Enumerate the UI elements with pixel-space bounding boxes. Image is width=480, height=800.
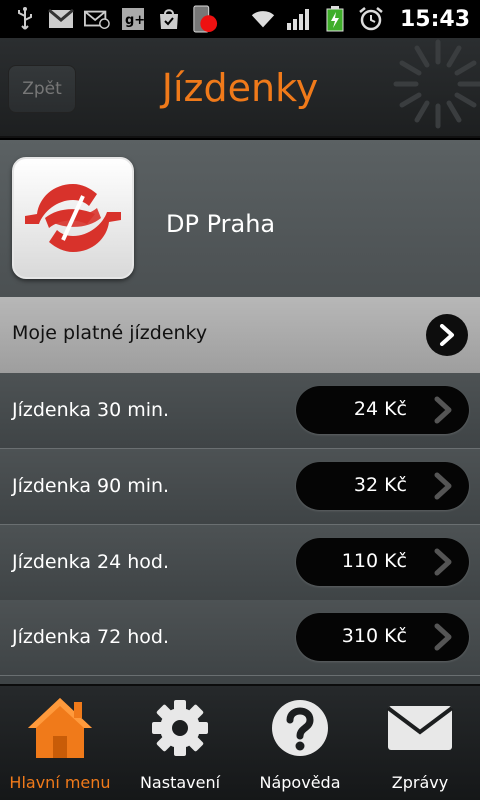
chevron-right-icon bbox=[429, 471, 457, 501]
alarm-icon bbox=[358, 7, 384, 31]
valid-tickets-row[interactable]: Moje platné jízdenky bbox=[0, 297, 480, 373]
wifi-icon bbox=[250, 7, 276, 31]
nav-label: Nastavení bbox=[139, 773, 221, 792]
nav-item-home[interactable]: Hlavní menu bbox=[0, 686, 120, 800]
dp-praha-logo-icon bbox=[12, 157, 134, 279]
ticket-price: 310 Kč bbox=[341, 625, 407, 647]
google-plus-icon: g+ bbox=[120, 7, 146, 31]
ticket-label: Jízdenka 24 hod. bbox=[12, 551, 169, 573]
signal-icon bbox=[286, 7, 312, 31]
provider-panel: DP Praha bbox=[0, 140, 480, 297]
buy-ticket-button[interactable]: 32 Kč bbox=[296, 462, 469, 510]
nav-label: Zprávy bbox=[391, 773, 449, 792]
ticket-label: Jízdenka 30 min. bbox=[12, 399, 170, 421]
list-footer-divider bbox=[0, 676, 480, 684]
app-notification-icon bbox=[192, 5, 218, 33]
nav-item-settings[interactable]: Nastavení bbox=[120, 686, 240, 800]
chevron-right-icon bbox=[429, 547, 457, 577]
buy-ticket-button[interactable]: 310 Kč bbox=[296, 613, 469, 661]
ticket-row[interactable]: Jízdenka 72 hod. 310 Kč bbox=[0, 600, 480, 676]
loading-spinner-icon bbox=[376, 38, 480, 138]
ticket-price: 110 Kč bbox=[341, 550, 407, 572]
ticket-label: Jízdenka 90 min. bbox=[12, 475, 170, 497]
gear-icon bbox=[144, 692, 216, 764]
system-icons: 15:43 bbox=[250, 4, 470, 34]
gmail-icon bbox=[48, 7, 74, 31]
help-icon bbox=[264, 692, 336, 764]
home-icon bbox=[24, 692, 96, 764]
market-icon bbox=[156, 7, 182, 31]
envelope-icon bbox=[384, 692, 456, 764]
bottom-navigation: Hlavní menu Nastavení Nápověda Zprávy bbox=[0, 684, 480, 800]
ticket-row[interactable]: Jízdenka 24 hod. 110 Kč bbox=[0, 525, 480, 601]
chevron-right-icon bbox=[429, 622, 457, 652]
clock: 15:43 bbox=[399, 6, 470, 32]
nav-item-messages[interactable]: Zprávy bbox=[360, 686, 480, 800]
svg-text:g+: g+ bbox=[125, 13, 145, 28]
ticket-price: 32 Kč bbox=[353, 474, 407, 496]
status-bar: g+ 15:43 bbox=[0, 0, 480, 38]
nav-label: Nápověda bbox=[259, 773, 341, 792]
ticket-row[interactable]: Jízdenka 90 min. 32 Kč bbox=[0, 449, 480, 525]
usb-icon bbox=[12, 7, 38, 31]
nav-item-help[interactable]: Nápověda bbox=[240, 686, 360, 800]
email-icon bbox=[84, 7, 110, 31]
buy-ticket-button[interactable]: 110 Kč bbox=[296, 538, 469, 586]
provider-name: DP Praha bbox=[166, 210, 276, 238]
battery-charging-icon bbox=[322, 6, 348, 32]
ticket-row[interactable]: Jízdenka 30 min. 24 Kč bbox=[0, 373, 480, 449]
chevron-right-icon[interactable] bbox=[426, 314, 468, 356]
valid-tickets-label: Moje platné jízdenky bbox=[12, 322, 208, 344]
buy-ticket-button[interactable]: 24 Kč bbox=[296, 386, 469, 434]
ticket-price: 24 Kč bbox=[353, 398, 407, 420]
app-header: Zpět Jízdenky bbox=[0, 38, 480, 138]
nav-label: Hlavní menu bbox=[9, 773, 111, 792]
ticket-label: Jízdenka 72 hod. bbox=[12, 626, 169, 648]
chevron-right-icon bbox=[429, 395, 457, 425]
notification-icons: g+ bbox=[12, 4, 218, 34]
